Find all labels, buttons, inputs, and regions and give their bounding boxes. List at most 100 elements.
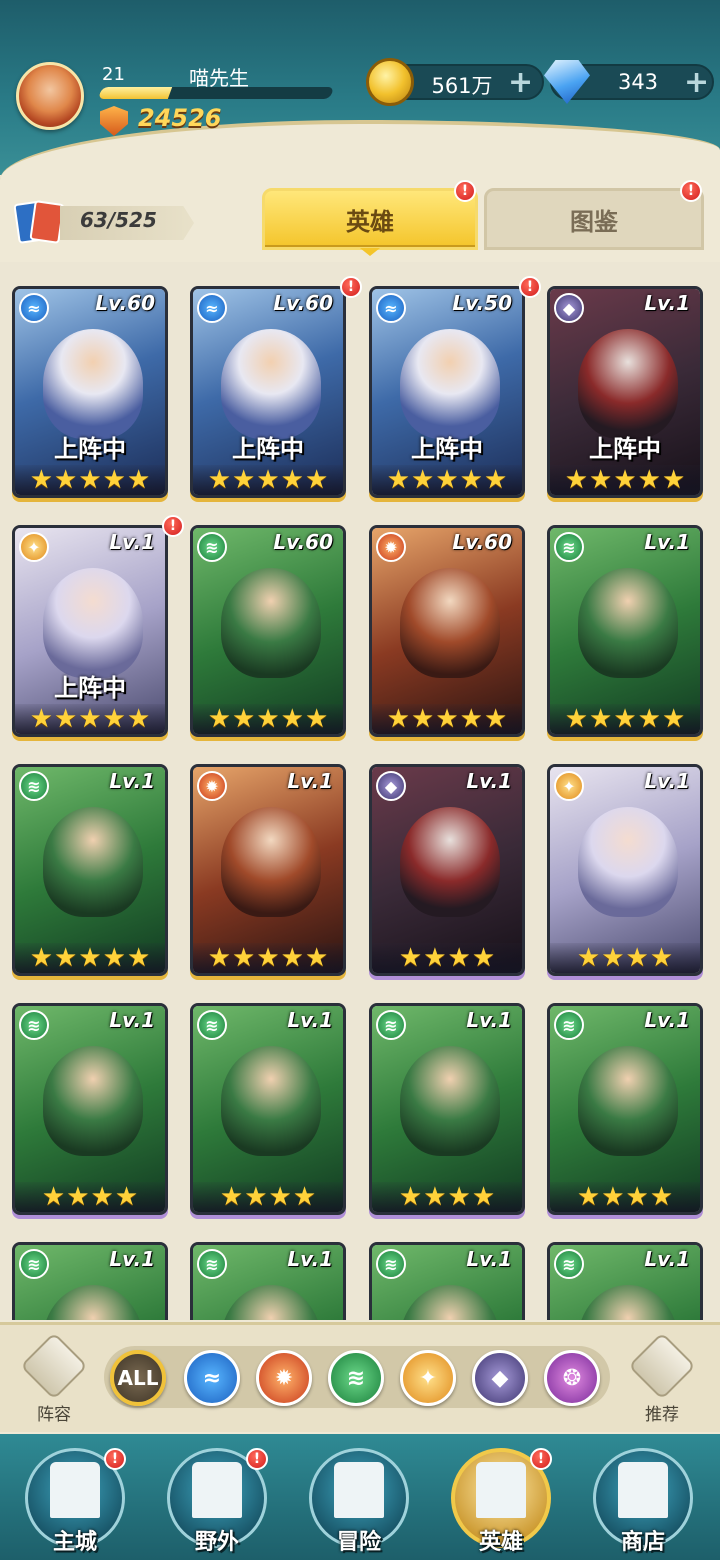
star-icon: ★ xyxy=(292,1182,317,1212)
wind-element-icon: ≋ xyxy=(554,1249,584,1279)
hero-level: Lv.1 xyxy=(109,769,155,793)
filter-light-button[interactable]: ✦ xyxy=(400,1350,456,1406)
tab-heroes[interactable]: 英雄 xyxy=(262,188,478,250)
hero-figure xyxy=(400,329,500,439)
hero-card[interactable]: ≋ Lv.1 ★ ★ ★ ★ xyxy=(190,1003,346,1215)
star-icon: ★ xyxy=(471,1182,496,1212)
hero-figure xyxy=(43,1046,143,1156)
hero-card[interactable]: ≈ Lv.60 上阵中 ★ ★ ★ ★ ★ xyxy=(190,286,346,498)
hero-figure xyxy=(221,1046,321,1156)
water-element-icon: ≈ xyxy=(376,293,406,323)
hero-card[interactable]: ≋ Lv.1 xyxy=(547,1242,703,1320)
hero-card[interactable]: ≋ Lv.1 ★ ★ ★ ★ xyxy=(369,1003,525,1215)
star-rating: ★ ★ ★ ★ xyxy=(550,1182,700,1212)
castle-icon xyxy=(50,1462,100,1518)
hero-card[interactable]: ≋ Lv.1 ★ ★ ★ ★ xyxy=(12,1003,168,1215)
nav-sword[interactable]: 冒险 xyxy=(304,1448,414,1558)
tab-heroes-alert-icon: ! xyxy=(454,180,476,202)
hero-figure xyxy=(400,568,500,678)
hero-card[interactable]: ✹ Lv.1 ★ ★ ★ ★ ★ xyxy=(190,764,346,976)
tab-codex-alert-icon: ! xyxy=(680,180,702,202)
hero-card[interactable]: ✦ Lv.1 ★ ★ ★ ★ xyxy=(547,764,703,976)
star-icon: ★ xyxy=(661,465,686,495)
hero-level: Lv.1 xyxy=(466,1008,512,1032)
player-avatar[interactable] xyxy=(16,62,84,130)
star-icon: ★ xyxy=(256,465,280,495)
active-tab-pointer xyxy=(360,248,380,256)
star-rating: ★ ★ ★ ★ ★ xyxy=(193,943,343,973)
nav-label: 英雄 xyxy=(478,1530,523,1555)
star-icon: ★ xyxy=(114,1182,139,1212)
hero-figure xyxy=(43,807,143,917)
star-icon: ★ xyxy=(244,1182,268,1212)
wind-element-icon: ≋ xyxy=(197,532,227,562)
hero-card[interactable]: ◆ Lv.1 ★ ★ ★ ★ xyxy=(369,764,525,976)
xp-bar-fill xyxy=(97,87,172,99)
filter-all-label: ALL xyxy=(117,1366,159,1390)
star-rating: ★ ★ ★ ★ ★ xyxy=(550,704,700,734)
add-gold-button[interactable]: + xyxy=(508,68,533,98)
hero-level: Lv.60 xyxy=(273,530,333,554)
nav-label: 商店 xyxy=(620,1530,665,1555)
star-icon: ★ xyxy=(256,704,280,734)
star-rating: ★ ★ ★ ★ ★ xyxy=(372,704,522,734)
add-gem-button[interactable]: + xyxy=(684,68,709,98)
filter-arcane-button[interactable]: ❂ xyxy=(544,1350,600,1406)
star-icon: ★ xyxy=(613,465,637,495)
lineup-button[interactable]: 阵容 xyxy=(20,1332,88,1425)
filter-water-button[interactable]: ≈ xyxy=(184,1350,240,1406)
hero-card[interactable]: ≋ Lv.1 xyxy=(369,1242,525,1320)
hero-card[interactable]: ≋ Lv.1 ★ ★ ★ ★ xyxy=(547,1003,703,1215)
nav-castle[interactable]: 主城! xyxy=(20,1448,130,1558)
xp-bar xyxy=(97,87,335,99)
filter-wind-button[interactable]: ≋ xyxy=(328,1350,384,1406)
star-icon: ★ xyxy=(601,943,625,973)
lineup-icon xyxy=(20,1332,88,1400)
star-icon: ★ xyxy=(219,1182,244,1212)
star-icon: ★ xyxy=(483,465,508,495)
star-icon: ★ xyxy=(78,465,102,495)
hero-card[interactable]: ≋ Lv.1 ★ ★ ★ ★ ★ xyxy=(547,525,703,737)
nav-helmet[interactable]: 英雄! xyxy=(446,1448,556,1558)
star-icon: ★ xyxy=(637,704,661,734)
star-icon: ★ xyxy=(102,943,126,973)
hero-card[interactable]: ✦ Lv.1 上阵中 ★ ★ ★ ★ ★ xyxy=(12,525,168,737)
recommend-button[interactable]: 推荐 xyxy=(628,1332,696,1425)
tab-codex[interactable]: 图鉴 xyxy=(484,188,704,250)
deployed-label: 上阵中 xyxy=(54,435,126,463)
hero-card[interactable]: ≋ Lv.60 ★ ★ ★ ★ ★ xyxy=(190,525,346,737)
hero-card[interactable]: ≋ Lv.1 ★ ★ ★ ★ ★ xyxy=(12,764,168,976)
star-rating: ★ ★ ★ ★ xyxy=(193,1182,343,1212)
filter-dark-button[interactable]: ◆ xyxy=(472,1350,528,1406)
star-icon: ★ xyxy=(576,1182,601,1212)
filter-fire-button[interactable]: ✹ xyxy=(256,1350,312,1406)
hero-figure xyxy=(221,568,321,678)
star-icon: ★ xyxy=(564,704,589,734)
nav-shop[interactable]: 商店 xyxy=(588,1448,698,1558)
star-icon: ★ xyxy=(41,1182,66,1212)
star-icon: ★ xyxy=(304,465,329,495)
hero-level: Lv.60 xyxy=(452,530,512,554)
hero-card[interactable]: ≋ Lv.1 xyxy=(12,1242,168,1320)
filter-all-button[interactable]: ALL xyxy=(110,1350,166,1406)
star-icon: ★ xyxy=(54,943,78,973)
hero-card[interactable]: ✹ Lv.60 ★ ★ ★ ★ ★ xyxy=(369,525,525,737)
hero-card[interactable]: ◆ Lv.1 上阵中 ★ ★ ★ ★ ★ xyxy=(547,286,703,498)
star-icon: ★ xyxy=(483,704,508,734)
star-icon: ★ xyxy=(576,943,601,973)
star-icon: ★ xyxy=(637,465,661,495)
star-icon: ★ xyxy=(435,704,459,734)
star-icon: ★ xyxy=(102,704,126,734)
hero-card[interactable]: ≈ Lv.60 上阵中 ★ ★ ★ ★ ★ xyxy=(12,286,168,498)
hero-card[interactable]: ≋ Lv.1 xyxy=(190,1242,346,1320)
player-level: 21 xyxy=(102,64,125,85)
star-icon: ★ xyxy=(126,465,151,495)
star-rating: ★ ★ ★ ★ ★ xyxy=(193,704,343,734)
water-element-icon: ≈ xyxy=(19,293,49,323)
nav-portal[interactable]: 野外! xyxy=(162,1448,272,1558)
hero-card[interactable]: ≈ Lv.50 上阵中 ★ ★ ★ ★ ★ xyxy=(369,286,525,498)
helmet-icon xyxy=(476,1462,526,1518)
light-element-icon: ✦ xyxy=(554,771,584,801)
nav-label: 主城 xyxy=(52,1530,97,1555)
fire-element-icon: ✹ xyxy=(376,532,406,562)
